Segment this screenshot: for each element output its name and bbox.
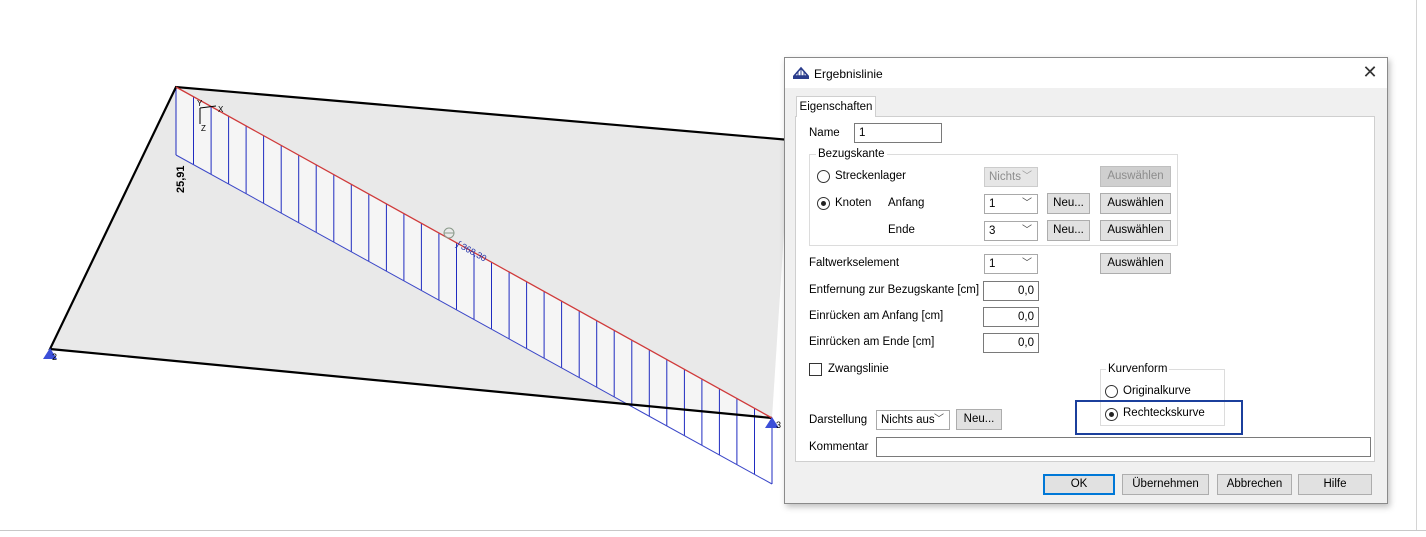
- properties-panel: Name 1 Bezugskante Streckenlager Nichts ﹀…: [795, 116, 1375, 462]
- svg-text:2: 2: [52, 352, 57, 362]
- app-icon: [793, 66, 809, 79]
- streckenlager-select: Nichts ﹀: [984, 167, 1038, 187]
- close-icon[interactable]: ✕: [1359, 62, 1381, 84]
- faltwerkselement-select[interactable]: 1 ﹀: [984, 254, 1038, 274]
- chevron-down-icon: ﹀: [1022, 225, 1032, 236]
- entfernung-label: Entfernung zur Bezugskante [cm]: [809, 284, 980, 296]
- anfang-new-button[interactable]: Neu...: [1047, 193, 1090, 214]
- knoten-radio[interactable]: [817, 197, 830, 210]
- kommentar-input[interactable]: [876, 437, 1371, 457]
- streckenlager-select-button: Auswählen: [1100, 166, 1171, 187]
- anfang-select[interactable]: 1 ﹀: [984, 194, 1038, 214]
- ende-label: Ende: [888, 224, 915, 236]
- kommentar-label: Kommentar: [809, 441, 869, 453]
- originalkurve-label: Originalkurve: [1123, 385, 1191, 397]
- window-frame-right: [1416, 0, 1426, 536]
- faltwerkselement-select-button[interactable]: Auswählen: [1100, 253, 1171, 274]
- ende-new-button[interactable]: Neu...: [1047, 220, 1090, 241]
- apply-button[interactable]: Übernehmen: [1122, 474, 1209, 495]
- einruecken-ende-label: Einrücken am Ende [cm]: [809, 336, 935, 348]
- originalkurve-radio[interactable]: [1105, 385, 1118, 398]
- help-button[interactable]: Hilfe: [1298, 474, 1372, 495]
- anfang-label: Anfang: [888, 197, 925, 209]
- einruecken-anfang-input[interactable]: 0,0: [983, 307, 1039, 327]
- svg-text:3: 3: [776, 420, 781, 430]
- einruecken-anfang-label: Einrücken am Anfang [cm]: [809, 310, 944, 322]
- ergebnislinie-dialog: Ergebnislinie ✕ Eigenschaften Name 1 Bez…: [784, 57, 1388, 504]
- darstellung-select[interactable]: Nichts aus ﹀: [876, 410, 950, 430]
- max-value-label: 25,91: [175, 165, 187, 193]
- einruecken-ende-input[interactable]: 0,0: [983, 333, 1039, 353]
- knoten-label: Knoten: [835, 197, 872, 209]
- svg-text:Y: Y: [197, 99, 203, 108]
- entfernung-input[interactable]: 0,0: [983, 281, 1039, 301]
- ende-select[interactable]: 3 ﹀: [984, 221, 1038, 241]
- faltwerkselement-label: Faltwerkselement: [809, 257, 900, 269]
- chevron-down-icon: ﹀: [1022, 171, 1032, 182]
- anfang-select-button[interactable]: Auswählen: [1100, 193, 1171, 214]
- kurvenform-title: Kurvenform: [1106, 363, 1170, 375]
- ok-button[interactable]: OK: [1043, 474, 1115, 495]
- dialog-title: Ergebnislinie: [814, 67, 883, 81]
- bezugskante-title: Bezugskante: [816, 148, 887, 160]
- name-label: Name: [809, 127, 840, 139]
- svg-text:Z: Z: [201, 124, 206, 133]
- dialog-titlebar[interactable]: Ergebnislinie ✕: [785, 58, 1387, 88]
- zwangslinie-label: Zwangslinie: [828, 363, 889, 375]
- darstellung-label: Darstellung: [809, 414, 868, 426]
- highlight-annotation: [1075, 400, 1243, 435]
- chevron-down-icon: ﹀: [1022, 198, 1032, 209]
- ende-select-button[interactable]: Auswählen: [1100, 220, 1171, 241]
- streckenlager-label: Streckenlager: [835, 170, 906, 182]
- cancel-button[interactable]: Abbrechen: [1217, 474, 1292, 495]
- tab-eigenschaften[interactable]: Eigenschaften: [796, 96, 876, 117]
- streckenlager-radio[interactable]: [817, 170, 830, 183]
- name-input[interactable]: 1: [854, 123, 942, 143]
- zwangslinie-checkbox[interactable]: [809, 363, 822, 376]
- svg-text:X: X: [218, 105, 224, 114]
- chevron-down-icon: ﹀: [934, 414, 944, 425]
- darstellung-new-button[interactable]: Neu...: [956, 409, 1002, 430]
- chevron-down-icon: ﹀: [1022, 258, 1032, 269]
